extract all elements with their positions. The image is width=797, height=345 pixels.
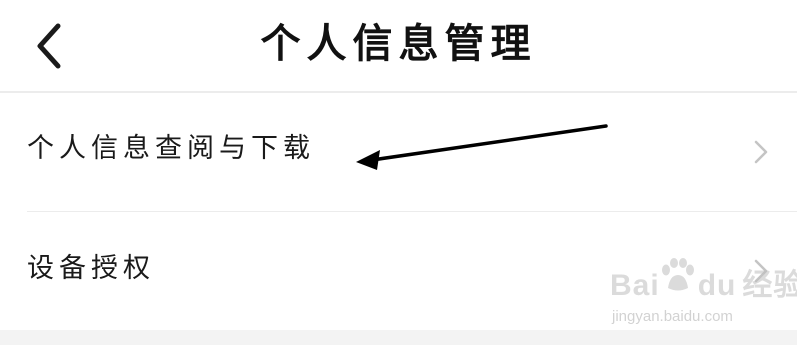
page-title: 个人信息管理	[260, 21, 537, 67]
list-item-label: 个人信息查阅与下载	[27, 133, 315, 164]
list-item-label: 设备授权	[27, 253, 155, 284]
navigation-header: 个人信息管理	[0, 0, 797, 93]
personal-info-management-page: 个人信息管理 个人信息查阅与下载 设备授权 Bai du 经验 jingyan.…	[0, 0, 797, 345]
list-item-device-authorization[interactable]: 设备授权	[0, 212, 797, 330]
chevron-right-icon	[754, 140, 768, 164]
list-item-personal-info-view-download[interactable]: 个人信息查阅与下载	[0, 93, 797, 211]
chevron-right-icon	[754, 259, 768, 283]
bottom-section-band	[0, 330, 797, 345]
